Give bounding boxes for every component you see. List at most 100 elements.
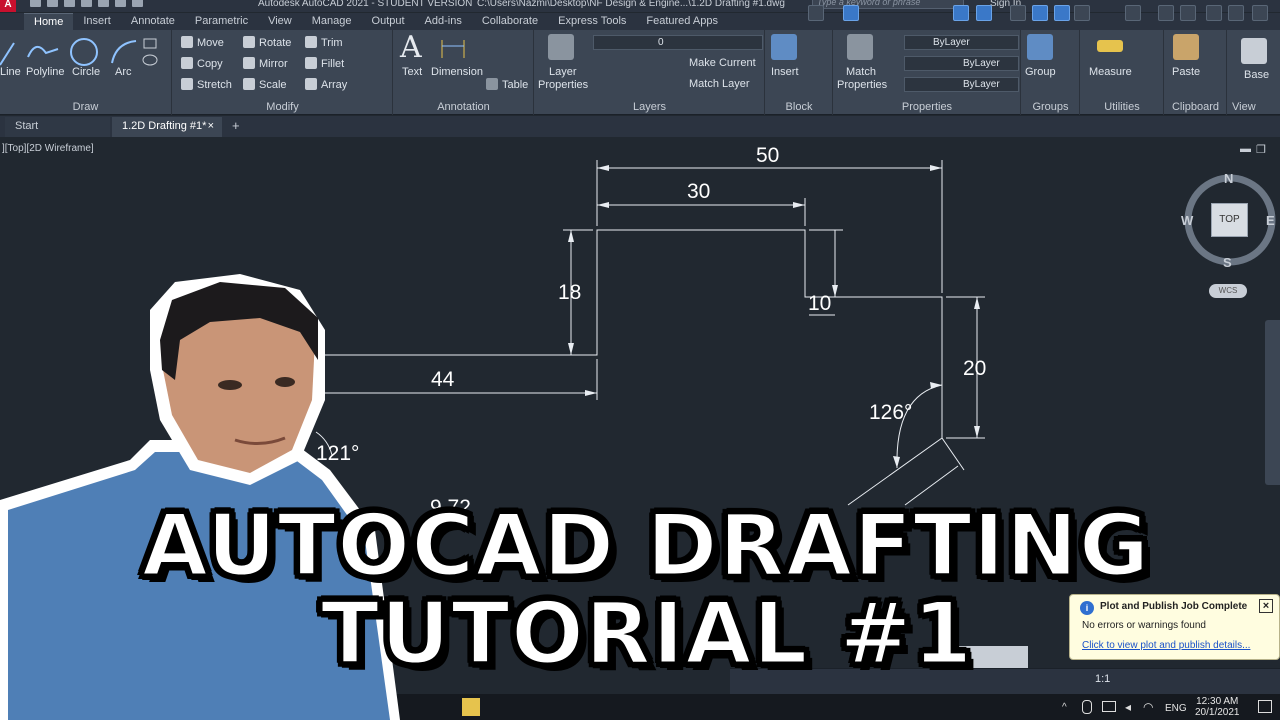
minimize-viewport-icon[interactable]: ▬ bbox=[1240, 143, 1251, 155]
lineweight-dropdown[interactable]: ByLayer bbox=[904, 77, 1019, 92]
linetype-dropdown[interactable]: ByLayer bbox=[904, 56, 1019, 71]
modify-panel-title[interactable]: Modify bbox=[173, 101, 392, 113]
plot-status-icon[interactable] bbox=[1228, 5, 1244, 21]
thumbnail-title-line-2: TUTORIAL #1 bbox=[319, 584, 974, 684]
trim-button[interactable]: Trim bbox=[305, 36, 343, 49]
new-file-icon[interactable] bbox=[30, 0, 41, 7]
file-explorer-icon[interactable] bbox=[462, 698, 480, 716]
save-as-icon[interactable] bbox=[81, 0, 92, 7]
open-file-icon[interactable] bbox=[47, 0, 58, 7]
units-icon[interactable] bbox=[1180, 5, 1196, 21]
tab-add-ins[interactable]: Add-ins bbox=[415, 13, 472, 30]
text-button[interactable]: Text bbox=[402, 66, 422, 78]
polar-icon[interactable] bbox=[976, 5, 992, 21]
compass-west[interactable]: W bbox=[1181, 213, 1193, 228]
move-button[interactable]: Move bbox=[181, 36, 224, 49]
hardware-acceleration-icon[interactable] bbox=[1206, 5, 1222, 21]
save-icon[interactable] bbox=[64, 0, 75, 7]
measure-button[interactable]: Measure bbox=[1089, 66, 1132, 78]
drawing-tab[interactable]: 1.2D Drafting #1* × bbox=[112, 117, 222, 137]
fullscreen-icon[interactable] bbox=[1252, 5, 1268, 21]
object-track-icon[interactable] bbox=[1032, 5, 1048, 21]
arc-button[interactable]: Arc bbox=[115, 66, 132, 78]
redo-icon[interactable] bbox=[132, 0, 143, 7]
tab-parametric[interactable]: Parametric bbox=[185, 13, 258, 30]
circle-button[interactable]: Circle bbox=[72, 66, 100, 78]
workspace-gear-icon[interactable] bbox=[1125, 5, 1141, 21]
wifi-icon[interactable]: ◠ bbox=[1143, 700, 1153, 714]
tab-insert[interactable]: Insert bbox=[73, 13, 121, 30]
undo-icon[interactable] bbox=[115, 0, 126, 7]
color-dropdown[interactable]: ByLayer bbox=[904, 35, 1019, 50]
new-tab-icon[interactable]: + bbox=[232, 118, 240, 133]
restore-viewport-icon[interactable]: ❐ bbox=[1256, 143, 1266, 156]
search-input[interactable]: Type a keyword or phrase bbox=[812, 0, 964, 9]
view-panel-title[interactable]: View bbox=[1232, 101, 1280, 113]
ortho-icon[interactable] bbox=[953, 5, 969, 21]
tab-output[interactable]: Output bbox=[362, 13, 415, 30]
clipboard-panel-title[interactable]: Clipboard bbox=[1165, 101, 1226, 113]
compass-south[interactable]: S bbox=[1223, 255, 1232, 270]
match-properties-label-2[interactable]: Properties bbox=[837, 79, 887, 91]
make-current-button[interactable]: Make Current bbox=[689, 57, 756, 69]
layer-properties-label-1[interactable]: Layer bbox=[549, 66, 577, 78]
annotation-scale-icon[interactable] bbox=[1074, 5, 1090, 21]
scale-button[interactable]: Scale bbox=[243, 78, 287, 91]
plot-icon[interactable] bbox=[98, 0, 109, 7]
tab-collaborate[interactable]: Collaborate bbox=[472, 13, 548, 30]
notifications-icon[interactable] bbox=[1258, 700, 1272, 713]
rotate-button[interactable]: Rotate bbox=[243, 36, 291, 49]
compass-east[interactable]: E bbox=[1266, 213, 1275, 228]
add-icon[interactable] bbox=[1158, 5, 1174, 21]
properties-panel-title[interactable]: Properties bbox=[834, 101, 1020, 113]
block-panel-title[interactable]: Block bbox=[766, 101, 832, 113]
tab-featured-apps[interactable]: Featured Apps bbox=[636, 13, 728, 30]
fillet-button[interactable]: Fillet bbox=[305, 57, 344, 70]
wcs-menu[interactable]: WCS bbox=[1209, 284, 1247, 298]
match-layer-button[interactable]: Match Layer bbox=[689, 78, 750, 90]
table-button[interactable]: Table bbox=[486, 78, 528, 91]
insert-button[interactable]: Insert bbox=[771, 66, 799, 78]
tab-express-tools[interactable]: Express Tools bbox=[548, 13, 636, 30]
mirror-button[interactable]: Mirror bbox=[243, 57, 288, 70]
viewport-controls[interactable]: ][Top][2D Wireframe] bbox=[2, 143, 94, 154]
battery-icon[interactable] bbox=[1102, 701, 1116, 712]
group-button[interactable]: Group bbox=[1025, 66, 1056, 78]
layer-dropdown[interactable]: 0 bbox=[593, 35, 763, 50]
layer-properties-label-2[interactable]: Properties bbox=[538, 79, 588, 91]
clock[interactable]: 12:30 AM 20/1/2021 bbox=[1195, 696, 1240, 718]
autocad-window: A Autodesk AutoCAD 2021 - STUDENT VERSIO… bbox=[0, 0, 1280, 720]
copy-button[interactable]: Copy bbox=[181, 57, 223, 70]
compass-north[interactable]: N bbox=[1224, 171, 1233, 186]
line-button[interactable]: Line bbox=[0, 66, 21, 78]
autocad-logo-icon[interactable]: A bbox=[0, 0, 16, 12]
osnap-icon[interactable] bbox=[1010, 5, 1026, 21]
tab-manage[interactable]: Manage bbox=[302, 13, 362, 30]
viewcube-top[interactable]: TOP bbox=[1211, 203, 1248, 237]
stretch-button[interactable]: Stretch bbox=[181, 78, 232, 91]
microphone-icon[interactable] bbox=[1082, 700, 1092, 714]
tab-home[interactable]: Home bbox=[24, 13, 74, 30]
polyline-button[interactable]: Polyline bbox=[26, 66, 65, 78]
close-tab-icon[interactable]: × bbox=[208, 117, 214, 136]
tab-view[interactable]: View bbox=[258, 13, 302, 30]
match-properties-label-1[interactable]: Match bbox=[846, 66, 876, 78]
annotation-panel-title[interactable]: Annotation bbox=[394, 101, 533, 113]
groups-panel-title[interactable]: Groups bbox=[1022, 101, 1079, 113]
snap-icon[interactable] bbox=[843, 5, 859, 21]
start-tab[interactable]: Start bbox=[5, 117, 110, 137]
language-indicator[interactable]: ENG bbox=[1165, 703, 1187, 714]
speaker-icon[interactable]: ◂ bbox=[1125, 700, 1131, 714]
chevron-up-icon[interactable]: ^ bbox=[1062, 702, 1067, 713]
paste-button[interactable]: Paste bbox=[1172, 66, 1200, 78]
layers-panel-title[interactable]: Layers bbox=[535, 101, 764, 113]
utilities-panel-title[interactable]: Utilities bbox=[1081, 101, 1163, 113]
lineweight-icon[interactable] bbox=[1054, 5, 1070, 21]
draw-panel-title[interactable]: Draw bbox=[0, 101, 171, 113]
base-button[interactable]: Base bbox=[1244, 69, 1269, 81]
array-button[interactable]: Array bbox=[305, 78, 347, 91]
tab-annotate[interactable]: Annotate bbox=[121, 13, 185, 30]
dimension-button[interactable]: Dimension bbox=[431, 66, 483, 78]
grid-icon[interactable] bbox=[808, 5, 824, 21]
navigation-bar[interactable] bbox=[1265, 320, 1280, 485]
